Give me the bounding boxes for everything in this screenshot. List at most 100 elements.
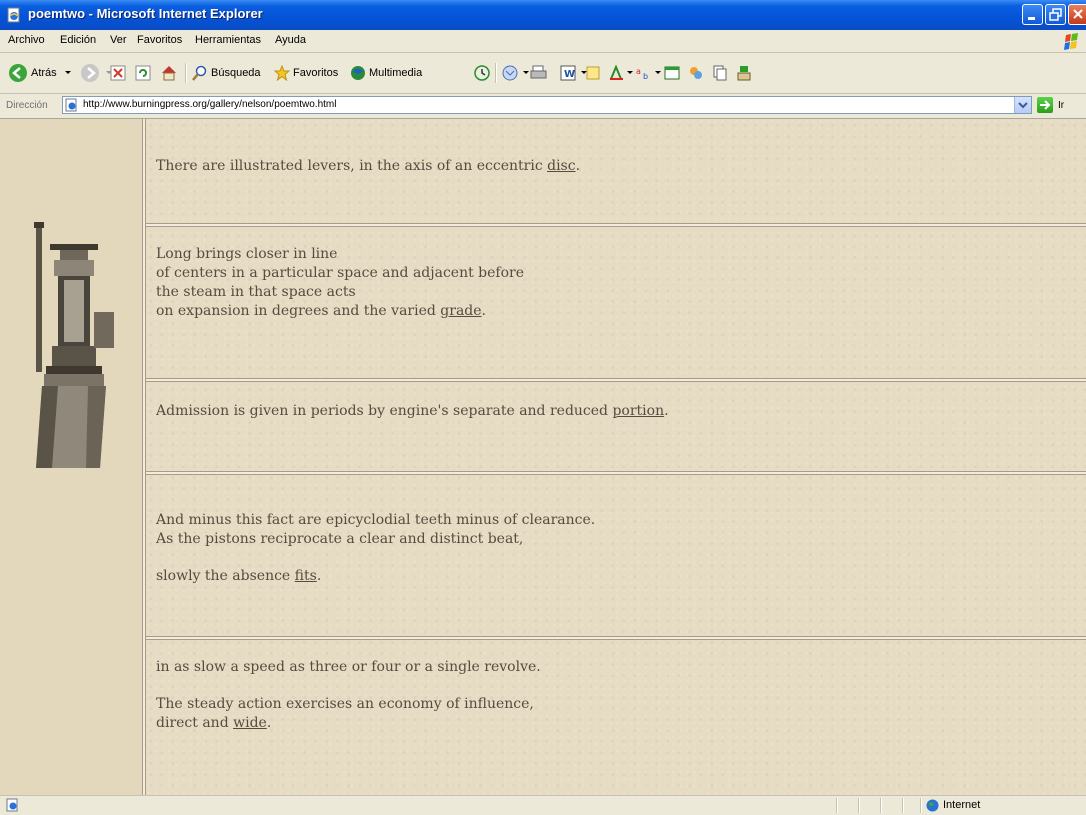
stop-button[interactable] [110, 62, 126, 84]
security-zone-label: Internet [943, 799, 981, 811]
history-button[interactable] [474, 62, 490, 84]
menu-edicion[interactable]: Edición [60, 34, 96, 46]
translate-icon: ab [636, 67, 648, 81]
link-disc[interactable]: disc [547, 158, 575, 174]
go-arrow-icon [1040, 100, 1051, 110]
chevron-down-icon [64, 71, 71, 74]
stop-icon [110, 65, 126, 81]
poem-cell-2: Long brings closer in line of centers in… [146, 227, 1086, 378]
mail-button[interactable] [502, 62, 530, 84]
status-bar: Internet [0, 795, 1086, 815]
title-bar: poemtwo - Microsoft Internet Explorer [0, 0, 1086, 30]
poem-stanza-2: Long brings closer in line of centers in… [156, 245, 524, 321]
stanza-end: . [481, 303, 486, 319]
copy-pages-icon [713, 65, 727, 81]
left-column [0, 119, 142, 795]
poem-stanza-4: And minus this fact are epicyclodial tee… [156, 511, 595, 586]
steam-engine-illustration [34, 222, 114, 468]
forward-button[interactable] [80, 62, 114, 84]
copy-button[interactable] [712, 62, 728, 84]
favorites-button[interactable]: Favoritos [274, 62, 338, 84]
stanza-line: The steady action exercises an economy o… [156, 696, 534, 712]
research-button[interactable] [736, 62, 752, 84]
maximize-button[interactable] [1045, 4, 1066, 25]
ie-page-icon [7, 7, 20, 23]
home-button[interactable] [160, 62, 178, 84]
new-window-icon [664, 66, 680, 80]
home-icon [162, 66, 176, 81]
poem-stanza-5: in as slow a speed as three or four or a… [156, 658, 541, 733]
favorites-star-icon [274, 65, 290, 81]
back-label: Atrás [31, 67, 57, 79]
status-divider [836, 798, 838, 813]
close-icon [1073, 9, 1083, 19]
address-url: http://www.burningpress.org/gallery/nels… [83, 99, 337, 110]
back-button[interactable]: Atrás [8, 62, 73, 84]
page-icon [65, 98, 77, 112]
minimize-button[interactable] [1022, 4, 1043, 25]
messenger-button[interactable] [688, 62, 704, 84]
menu-bar: Archivo Edición Ver Favoritos Herramient… [0, 30, 1086, 53]
media-icon [351, 66, 365, 80]
highlight-button[interactable] [608, 62, 634, 84]
search-button[interactable]: Búsqueda [192, 62, 261, 84]
link-wide[interactable]: wide [233, 715, 267, 731]
refresh-button[interactable] [135, 62, 151, 84]
poem-cell-4: And minus this fact are epicyclodial tee… [146, 475, 1086, 636]
chevron-down-icon [627, 71, 633, 74]
stanza-text: Admission is given in periods by engine'… [156, 403, 613, 419]
discuss-button[interactable] [585, 62, 601, 84]
stanza-end: . [266, 715, 272, 731]
research-icon [737, 66, 751, 81]
menu-herramientas[interactable]: Herramientas [195, 34, 261, 46]
favorites-label: Favoritos [293, 67, 339, 79]
window-button[interactable] [664, 62, 680, 84]
go-button[interactable] [1037, 97, 1053, 113]
stanza-line: direct and wide. [156, 714, 541, 733]
stanza-line: As the pistons reciprocate a clear and d… [156, 531, 524, 547]
stanza-line: of centers in a particular space and adj… [156, 265, 525, 281]
text-highlight-icon [610, 65, 623, 80]
link-portion[interactable]: portion [612, 403, 664, 419]
refresh-icon [135, 65, 151, 81]
standard-toolbar: Atrás Búsqueda Favoritos Multimedia W a … [0, 53, 1086, 94]
stanza-end: . [664, 403, 669, 419]
minimize-icon [1028, 17, 1035, 20]
media-label: Multimedia [369, 67, 423, 79]
link-grade[interactable]: grade [440, 303, 481, 319]
address-bar: Dirección http://www.burningpress.org/ga… [0, 94, 1086, 119]
stanza-end: . [316, 568, 322, 584]
link-fits[interactable]: fits [295, 568, 317, 584]
chevron-down-icon [1018, 102, 1028, 109]
poem-stanza-1: There are illustrated levers, in the axi… [156, 157, 580, 176]
print-button[interactable] [530, 62, 548, 84]
status-divider [902, 798, 904, 813]
go-label[interactable]: Ir [1058, 100, 1064, 111]
status-divider [880, 798, 882, 813]
discuss-note-icon [586, 66, 600, 80]
status-divider [920, 798, 922, 813]
menu-favoritos[interactable]: Favoritos [137, 34, 182, 46]
media-button[interactable]: Multimedia [350, 62, 422, 84]
stanza-line: Long brings closer in line [156, 246, 338, 262]
restore-icon [1049, 8, 1062, 21]
mail-icon [502, 65, 518, 81]
chevron-down-icon [523, 71, 529, 74]
close-button[interactable] [1068, 4, 1086, 25]
print-icon [530, 65, 547, 79]
address-dropdown-button[interactable] [1014, 97, 1031, 113]
address-input[interactable]: http://www.burningpress.org/gallery/nels… [62, 96, 1032, 114]
poem-cell-3: Admission is given in periods by engine'… [146, 382, 1086, 471]
chevron-down-icon [655, 71, 661, 74]
edit-button[interactable]: W [560, 62, 588, 84]
stanza-text: slowly the absence [156, 568, 295, 584]
history-icon [474, 65, 490, 81]
menu-archivo[interactable]: Archivo [8, 34, 45, 46]
menu-ayuda[interactable]: Ayuda [275, 34, 306, 46]
stanza-line: slowly the absence fits. [156, 567, 595, 586]
poem-cell-5: in as slow a speed as three or four or a… [146, 640, 1086, 795]
menu-ver[interactable]: Ver [110, 34, 127, 46]
translate-button[interactable]: ab [636, 62, 662, 84]
stanza-text: There are illustrated levers, in the axi… [156, 158, 548, 174]
stanza-text: on expansion in degrees and the varied [156, 303, 441, 319]
